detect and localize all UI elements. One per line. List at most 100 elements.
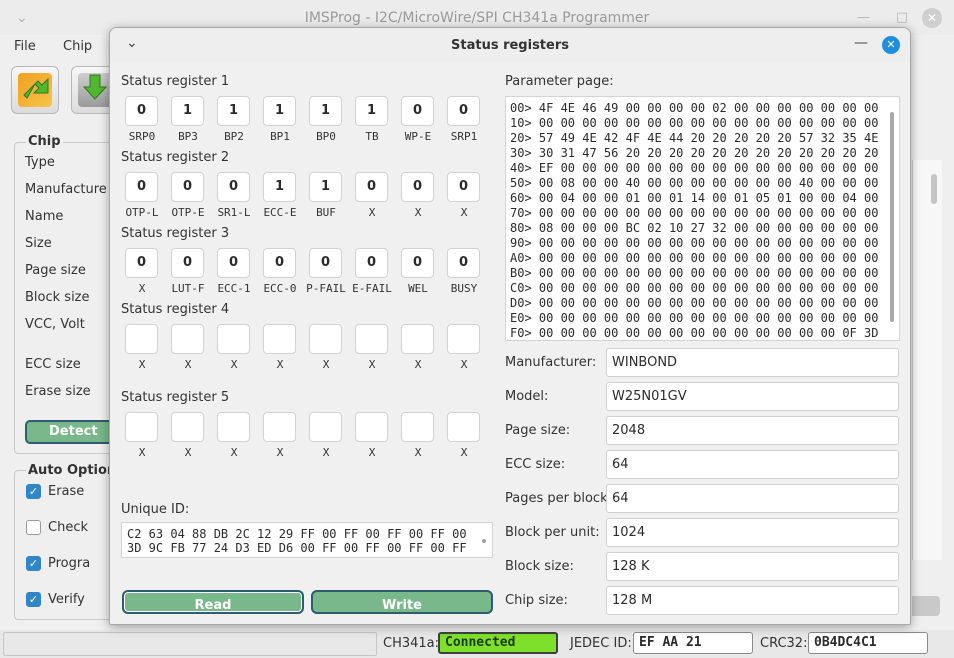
status-register-3-bit-3[interactable]: 0: [263, 248, 296, 278]
status-register-2-bit-0[interactable]: 0: [125, 172, 158, 202]
check-checkbox[interactable]: [26, 520, 41, 535]
erase-checkbox[interactable]: ✓: [26, 484, 41, 499]
erase-checkbox-label: Erase: [48, 484, 85, 499]
status-register-4-bit-1[interactable]: [171, 324, 204, 354]
unique-id-field[interactable]: C2 63 04 88 DB 2C 12 29 FF 00 FF 00 FF 0…: [121, 522, 493, 558]
status-register-2-bit-label: X: [460, 206, 468, 219]
dialog-minimize-icon[interactable]: —: [854, 35, 868, 51]
status-register-4-bit-5[interactable]: [355, 324, 388, 354]
status-register-2-bit-3[interactable]: 1: [263, 172, 296, 202]
status-register-1-bit-0[interactable]: 0: [125, 96, 158, 126]
status-register-3-bit-1[interactable]: 0: [171, 248, 204, 278]
status-register-2-bit-5[interactable]: 0: [355, 172, 388, 202]
status-register-3-bit-label: ECC-0: [263, 282, 297, 295]
parameter-page-line: 20> 57 49 4E 42 4F 4E 44 20 20 20 20 20 …: [510, 131, 879, 145]
window-menu-icon[interactable]: ⌄: [16, 0, 28, 36]
status-register-2-bit-6[interactable]: 0: [401, 172, 434, 202]
status-register-2-bit-label: OTP-E: [171, 206, 205, 219]
status-register-3-bit-7[interactable]: 0: [447, 248, 480, 278]
main-close-icon[interactable]: ✕: [922, 8, 942, 28]
manufacturer-field[interactable]: WINBOND: [606, 348, 899, 377]
check-checkbox-label: Check: [48, 520, 88, 535]
chip-size-field[interactable]: 128 M: [606, 586, 899, 615]
status-register-5-bit-label: X: [322, 446, 330, 459]
status-register-5-bit-0[interactable]: [125, 412, 158, 442]
status-register-4-bit-label: X: [368, 358, 376, 371]
status-register-1-bit-2[interactable]: 1: [217, 96, 250, 126]
status-register-3-bit-label: WEL: [408, 282, 428, 295]
model-label: Model:: [505, 389, 549, 404]
model-field[interactable]: W25N01GV: [606, 382, 899, 411]
parameter-page-line: D0> 00 00 00 00 00 00 00 00 00 00 00 00 …: [510, 296, 879, 310]
status-register-3-bit-label: BUSY: [450, 282, 478, 295]
status-register-1-bit-6[interactable]: 0: [401, 96, 434, 126]
status-register-5-bit-2[interactable]: [217, 412, 250, 442]
read-chip-toolbar-button[interactable]: [11, 66, 59, 114]
status-register-4-bit-0[interactable]: [125, 324, 158, 354]
status-register-5-bit-label: X: [230, 446, 238, 459]
status-register-4-bit-3[interactable]: [263, 324, 296, 354]
chip-group-title: Chip: [26, 134, 63, 149]
status-register-5-bit-3[interactable]: [263, 412, 296, 442]
download-icon: [78, 73, 112, 107]
read-registers-button[interactable]: Read: [122, 590, 304, 614]
status-register-5-bit-5[interactable]: [355, 412, 388, 442]
status-register-1-bit-3[interactable]: 1: [263, 96, 296, 126]
hex-editor-scrollbar[interactable]: [931, 174, 937, 204]
status-register-1-bit-1[interactable]: 1: [171, 96, 204, 126]
status-register-1-bit-5[interactable]: 1: [355, 96, 388, 126]
status-register-4-bit-6[interactable]: [401, 324, 434, 354]
block-per-unit-field[interactable]: 1024: [606, 518, 899, 547]
page-size-field[interactable]: 2048: [606, 416, 899, 445]
main-window-title: IMSProg - I2C/MicroWire/SPI CH341a Progr…: [304, 10, 650, 26]
parameter-page-scrollbar[interactable]: [890, 112, 894, 322]
status-register-4-bit-7[interactable]: [447, 324, 480, 354]
status-register-1-title: Status register 1: [121, 74, 230, 89]
status-register-3-bit-2[interactable]: 0: [217, 248, 250, 278]
status-register-2-bit-4[interactable]: 1: [309, 172, 342, 202]
status-register-1-bit-label: SRP0: [128, 130, 156, 143]
status-register-3-bit-label: E-FAIL: [352, 282, 392, 295]
status-register-4-bit-4[interactable]: [309, 324, 342, 354]
parameter-page-line: 10> 00 00 00 00 00 00 00 00 00 00 00 00 …: [510, 116, 879, 130]
status-register-2-bit-2[interactable]: 0: [217, 172, 250, 202]
parameter-page-line: 00> 4F 4E 46 49 00 00 00 00 02 00 00 00 …: [510, 101, 879, 115]
status-register-3-bit-0[interactable]: 0: [125, 248, 158, 278]
status-register-3-bit-6[interactable]: 0: [401, 248, 434, 278]
status-register-1-bit-4[interactable]: 1: [309, 96, 342, 126]
chip-size-label: Size: [25, 236, 52, 251]
status-register-1-bit-label: SRP1: [450, 130, 478, 143]
status-register-5-bit-label: X: [368, 446, 376, 459]
verify-checkbox[interactable]: ✓: [26, 592, 41, 607]
write-registers-button[interactable]: Write: [311, 590, 493, 614]
status-register-2-bit-7[interactable]: 0: [447, 172, 480, 202]
program-checkbox[interactable]: ✓: [26, 556, 41, 571]
pages-per-block-field[interactable]: 64: [606, 484, 899, 513]
dialog-close-icon[interactable]: ✕: [882, 36, 900, 54]
status-register-2-bit-label: SR1-L: [217, 206, 251, 219]
status-register-5-bit-7[interactable]: [447, 412, 480, 442]
status-register-3-title: Status register 3: [121, 226, 230, 241]
block-size-field[interactable]: 128 K: [606, 552, 899, 581]
chip-ecc-size-label: ECC size: [25, 357, 81, 372]
status-register-1-bit-7[interactable]: 0: [447, 96, 480, 126]
status-register-3-bit-label: X: [138, 282, 146, 295]
status-register-2-bit-label: BUF: [316, 206, 336, 219]
status-register-5-bit-6[interactable]: [401, 412, 434, 442]
status-register-3-bit-5[interactable]: 0: [355, 248, 388, 278]
status-register-5-bit-1[interactable]: [171, 412, 204, 442]
parameter-page-hex[interactable]: 00> 4F 4E 46 49 00 00 00 00 02 00 00 00 …: [505, 96, 900, 341]
detect-button[interactable]: Detect: [25, 420, 120, 444]
status-register-3-bit-4[interactable]: 0: [309, 248, 342, 278]
parameter-page-line: 60> 00 04 00 00 01 00 01 14 00 01 05 01 …: [510, 191, 879, 205]
menu-chip[interactable]: Chip: [63, 39, 92, 54]
status-register-2-bit-1[interactable]: 0: [171, 172, 204, 202]
unique-id-scrollbar[interactable]: [482, 539, 486, 543]
chip-manufacture-label: Manufacture: [25, 182, 107, 197]
menu-file[interactable]: File: [14, 39, 36, 54]
status-register-5-bit-4[interactable]: [309, 412, 342, 442]
status-register-5-bit-label: X: [276, 446, 284, 459]
status-register-4-bit-2[interactable]: [217, 324, 250, 354]
program-checkbox-label: Progra: [48, 556, 91, 571]
ecc-size-field[interactable]: 64: [606, 450, 899, 479]
